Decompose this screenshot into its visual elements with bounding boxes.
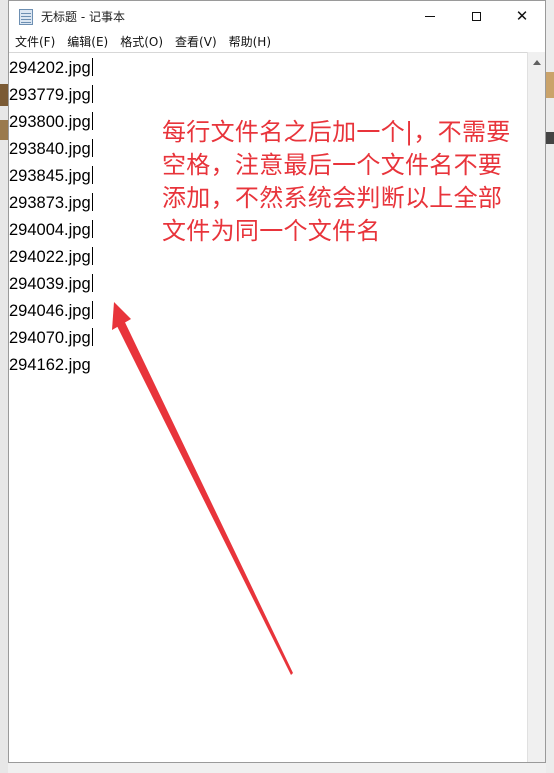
background-desktop-left	[0, 0, 8, 773]
pipe-separator	[91, 301, 93, 319]
menu-help[interactable]: 帮助(H)	[223, 32, 277, 52]
annotation-line: 添加，不然系统会判断以上全部	[162, 184, 503, 212]
maximize-button[interactable]	[453, 1, 499, 32]
background-thumbnail	[546, 72, 554, 98]
pipe-separator	[91, 58, 93, 76]
pipe-separator	[91, 274, 93, 292]
pipe-separator	[91, 85, 93, 103]
editor-line: 294162.jpg	[9, 356, 91, 374]
pipe-separator	[91, 166, 93, 184]
editor-line: 294202.jpg	[9, 58, 93, 77]
scroll-up-arrow-icon[interactable]	[528, 55, 545, 69]
pipe-separator	[91, 220, 93, 238]
background-thumbnail	[0, 84, 8, 106]
menu-edit[interactable]: 编辑(E)	[61, 32, 114, 52]
pipe-separator	[91, 328, 93, 346]
pipe-separator	[91, 193, 93, 211]
title-bar[interactable]: 无标题 - 记事本 ✕	[9, 1, 545, 32]
editor-line: 294022.jpg	[9, 247, 93, 266]
editor-lines: 294202.jpg 293779.jpg 293800.jpg 293840.…	[9, 55, 93, 379]
editor-line: 294070.jpg	[9, 328, 93, 347]
annotation-line: 每行文件名之后加一个|，不需要	[162, 118, 511, 146]
window-title: 无标题 - 记事本	[41, 10, 125, 24]
pipe-separator	[91, 247, 93, 265]
close-button[interactable]: ✕	[499, 1, 545, 32]
editor-line: 293873.jpg	[9, 193, 93, 212]
menu-view[interactable]: 查看(V)	[169, 32, 223, 52]
editor-line: 293840.jpg	[9, 139, 93, 158]
editor-line: 293845.jpg	[9, 166, 93, 185]
notepad-icon	[19, 8, 33, 25]
annotation-line: 文件为同一个文件名	[162, 217, 381, 245]
menu-bar: 文件(F) 编辑(E) 格式(O) 查看(V) 帮助(H)	[9, 32, 545, 52]
editor-line: 294004.jpg	[9, 220, 93, 239]
window-controls: ✕	[407, 1, 545, 32]
pipe-separator	[91, 139, 93, 157]
menu-file[interactable]: 文件(F)	[9, 32, 61, 52]
pipe-separator	[91, 112, 93, 130]
menu-format[interactable]: 格式(O)	[114, 32, 169, 52]
notepad-window: 无标题 - 记事本 ✕ 文件(F) 编辑(E) 格式(O) 查看(V) 帮助(H…	[8, 0, 546, 763]
background-thumbnail	[0, 120, 8, 140]
close-icon: ✕	[515, 7, 529, 25]
maximize-icon	[471, 12, 481, 21]
annotation-line: 空格，注意最后一个文件名不要	[162, 151, 503, 179]
editor-line: 293800.jpg	[9, 112, 93, 131]
minimize-button[interactable]	[407, 1, 453, 32]
editor-line: 294039.jpg	[9, 274, 93, 293]
red-annotation-text: 每行文件名之后加一个|，不需要 空格，注意最后一个文件名不要 添加，不然系统会判…	[162, 116, 554, 248]
minimize-icon	[425, 16, 435, 17]
editor-line: 293779.jpg	[9, 85, 93, 104]
editor-line: 294046.jpg	[9, 301, 93, 320]
